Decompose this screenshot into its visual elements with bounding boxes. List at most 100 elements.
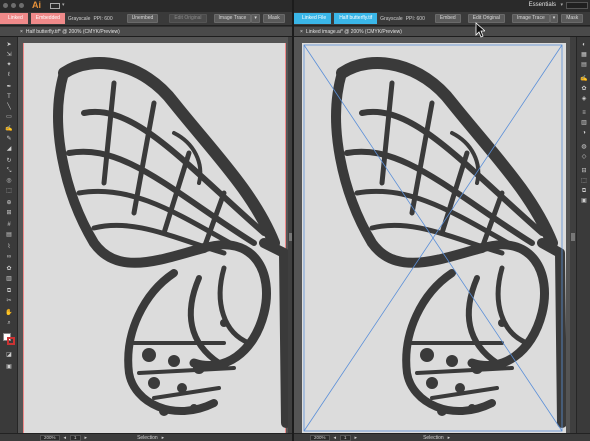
zoom-level-field[interactable]: 200%	[40, 434, 60, 441]
close-window-button[interactable]	[3, 3, 8, 8]
color-panel-icon[interactable]: ◐	[580, 41, 588, 49]
canvas-area[interactable]	[294, 37, 570, 433]
symbols-icon[interactable]: ✿	[580, 85, 588, 93]
embed-button[interactable]: Embed	[434, 14, 461, 23]
scroll-thumb[interactable]	[571, 233, 575, 241]
artboard-number-field[interactable]: 1	[340, 434, 351, 441]
close-tab-icon[interactable]: ×	[300, 29, 303, 35]
artboard-icon[interactable]: ⧉	[4, 287, 14, 295]
artboard-number-field[interactable]: 1	[70, 434, 81, 441]
panel-dock: ◐ ▦ ▤ ✍ ✿ ◈ ≡ ▥ ◑ ◍ ◇ ⊟ ⬚ ⧉ ▣	[576, 37, 590, 433]
fill-stroke-icon[interactable]	[3, 333, 15, 345]
color-guide-icon[interactable]: ▦	[580, 51, 588, 59]
transform-icon[interactable]: ⬚	[580, 177, 588, 185]
graph-icon[interactable]: ▥	[4, 275, 14, 283]
minimize-window-button[interactable]	[11, 3, 16, 8]
chevron-down-icon[interactable]: ▾	[560, 2, 563, 8]
artboards-panel-icon[interactable]: ▣	[580, 197, 588, 205]
zoom-icon[interactable]: ⌕	[4, 319, 14, 327]
linked-file-tag: Linked File	[294, 13, 332, 24]
slice-icon[interactable]: ✂	[4, 297, 14, 305]
status-bar: 200% ◂ 1 ▸ Selection ▸	[0, 433, 294, 441]
pencil-icon[interactable]: ✎	[4, 135, 14, 143]
shape-builder-icon[interactable]: ⊕	[4, 199, 14, 207]
tools-panel: ➤ ⇲ ✦ ℓ ✒ T ╲ ▭ ✍ ✎ ◢ ↻ ⤡ ◎ ⬚ ⊕ ⊞ # ▤ ⌇ …	[0, 37, 18, 433]
hand-icon[interactable]: ✋	[4, 309, 14, 317]
symbol-sprayer-icon[interactable]: ✿	[4, 265, 14, 273]
gradient-icon[interactable]: ▤	[4, 231, 14, 239]
status-menu-icon[interactable]: ▸	[162, 435, 165, 441]
prev-artboard-icon[interactable]: ◂	[334, 435, 337, 441]
pathfinder-icon[interactable]: ⧉	[580, 187, 588, 195]
prev-artboard-icon[interactable]: ◂	[64, 435, 67, 441]
appearance-icon[interactable]: ◍	[580, 143, 588, 151]
mesh-icon[interactable]: #	[4, 221, 14, 229]
artboard[interactable]	[23, 43, 290, 433]
status-menu-icon[interactable]: ▸	[448, 435, 451, 441]
status-bar: 200% ◂ 1 ▸ Selection ▸	[294, 433, 590, 441]
rectangle-icon[interactable]: ▭	[4, 113, 14, 121]
eraser-icon[interactable]: ◢	[4, 145, 14, 153]
layers-icon[interactable]: ◇	[580, 153, 588, 161]
line-icon[interactable]: ╲	[4, 103, 14, 111]
artboard[interactable]	[302, 43, 566, 433]
edit-original-button[interactable]: Edit Original	[169, 14, 207, 23]
scale-icon[interactable]: ⤡	[4, 167, 14, 175]
document-tab-title: Linked image.ai* @ 200% (CMYK/Preview)	[305, 28, 402, 35]
image-trace-button[interactable]: Image Trace	[511, 14, 550, 23]
next-artboard-icon[interactable]: ▸	[85, 435, 88, 441]
rotate-icon[interactable]: ↻	[4, 157, 14, 165]
type-icon[interactable]: T	[4, 93, 14, 101]
next-artboard-icon[interactable]: ▸	[355, 435, 358, 441]
brushes-icon[interactable]: ✍	[580, 75, 588, 83]
control-bar: Linked File Half butterfly.tif Grayscale…	[294, 12, 590, 26]
app-logo: Ai	[32, 0, 41, 10]
linked-filename-tag[interactable]: Half butterfly.tif	[334, 13, 378, 24]
direct-select-icon[interactable]: ⇲	[4, 51, 14, 59]
close-tab-icon[interactable]: ×	[20, 29, 23, 35]
ppi-label: PPI: 600	[93, 15, 113, 22]
image-trace-button[interactable]: Image Trace	[213, 14, 252, 23]
unembed-button[interactable]: Unembed	[126, 14, 159, 23]
butterfly-artwork[interactable]	[302, 43, 566, 433]
blend-icon[interactable]: ∞	[4, 253, 14, 261]
mask-button[interactable]: Mask	[262, 14, 285, 23]
status-mode-label[interactable]: Selection	[137, 435, 158, 441]
title-bar: Ai ▾	[0, 0, 294, 12]
arrange-documents-icon[interactable]	[50, 3, 60, 9]
magic-wand-icon[interactable]: ✦	[4, 61, 14, 69]
document-tab[interactable]: × Linked image.ai* @ 200% (CMYK/Preview)	[294, 27, 590, 37]
swatches-icon[interactable]: ▤	[580, 61, 588, 69]
lasso-icon[interactable]: ℓ	[4, 71, 14, 79]
control-bar: Linked Embedded Grayscale PPI: 600 Unemb…	[0, 12, 294, 26]
arrow-icon[interactable]: ➤	[4, 41, 14, 49]
drawing-modes-icon[interactable]: ◪	[4, 351, 14, 359]
screen-mode-icon[interactable]: ▣	[4, 363, 14, 371]
mask-button[interactable]: Mask	[561, 14, 584, 23]
warp-icon[interactable]: ◎	[4, 177, 14, 185]
gradient-panel-icon[interactable]: ▥	[580, 119, 588, 127]
zoom-window-button[interactable]	[19, 3, 24, 8]
right-document-window: Essentials ▾ Linked File Half butterfly.…	[294, 0, 590, 441]
zoom-level-field[interactable]: 200%	[310, 434, 330, 441]
align-icon[interactable]: ⊟	[580, 167, 588, 175]
pen-icon[interactable]: ✒	[4, 83, 14, 91]
canvas-area[interactable]	[18, 37, 290, 433]
perspective-icon[interactable]: ⊞	[4, 209, 14, 217]
ppi-label: PPI: 600	[405, 15, 425, 22]
butterfly-artwork[interactable]	[24, 43, 290, 433]
eyedropper-icon[interactable]: ⌇	[4, 243, 14, 251]
status-mode-label[interactable]: Selection	[423, 435, 444, 441]
workspace-switcher[interactable]: Essentials	[529, 2, 556, 8]
paintbrush-icon[interactable]: ✍	[4, 125, 14, 133]
search-help-field[interactable]	[566, 2, 588, 9]
graphic-styles-icon[interactable]: ◈	[580, 95, 588, 103]
edit-original-button[interactable]: Edit Original	[467, 14, 505, 23]
chevron-down-icon[interactable]: ▾	[62, 2, 65, 8]
document-tab[interactable]: × Half butterfly.tif* @ 200% (CMYK/Previ…	[0, 27, 294, 37]
transparency-icon[interactable]: ◑	[580, 129, 588, 137]
image-trace-preset-dropdown[interactable]: ▾	[549, 14, 559, 23]
free-transform-icon[interactable]: ⬚	[4, 187, 14, 195]
stroke-icon[interactable]: ≡	[580, 109, 588, 117]
image-trace-preset-dropdown[interactable]: ▾	[251, 14, 260, 23]
